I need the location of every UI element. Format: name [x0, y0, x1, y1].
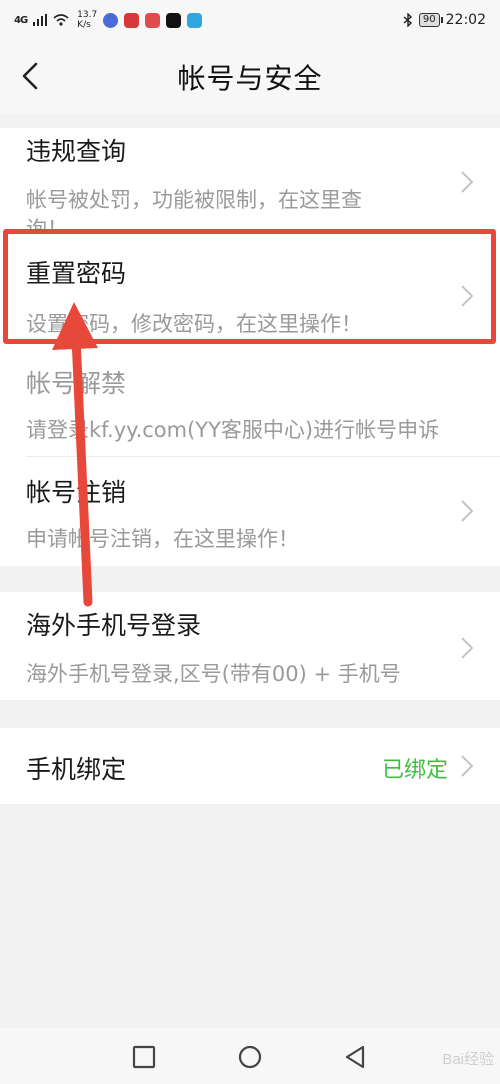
phone-binding-row[interactable]: 手机绑定 已绑定 — [0, 728, 500, 804]
violation-query-subtitle-overflow: 询！ — [26, 217, 68, 230]
signal-bars-icon — [33, 14, 48, 26]
account-deactivate-title: 帐号注销 — [26, 478, 127, 507]
system-navigation-bar — [0, 1028, 500, 1084]
overseas-login-group: 海外手机号登录 海外手机号登录,区号(带有00) + 手机号 — [0, 592, 500, 700]
violation-query-title: 违规查询 — [26, 137, 127, 166]
bluetooth-icon — [403, 13, 412, 27]
back-arrow-icon — [22, 62, 38, 90]
capcut-app-icon — [166, 12, 182, 28]
annotation-highlight-box — [3, 229, 496, 344]
title-bar: 帐号与安全 — [0, 40, 500, 114]
wifi-icon — [53, 14, 69, 26]
music-app-icon — [103, 12, 119, 28]
phone-binding-title: 手机绑定 — [26, 755, 127, 784]
account-deactivate-subtitle: 申请帐号注销，在这里操作！ — [26, 527, 299, 551]
blue-app-icon — [187, 12, 203, 28]
phone-binding-group: 手机绑定 已绑定 — [0, 728, 500, 804]
status-bar: 4G 13.7 K/s 90 22:02 — [0, 0, 500, 40]
red-badge-app-icon — [145, 12, 161, 28]
red-app-icon — [124, 12, 140, 28]
account-unban-subtitle: 请登录kf.yy.com(YY客服中心)进行帐号申诉 — [26, 418, 440, 442]
violation-query-subtitle: 帐号被处罚，功能被限制，在这里查 — [26, 188, 362, 212]
battery-indicator: 90 — [418, 13, 443, 27]
overseas-login-row[interactable]: 海外手机号登录 海外手机号登录,区号(带有00) + 手机号 — [0, 592, 500, 700]
overseas-login-subtitle: 海外手机号登录,区号(带有00) + 手机号 — [26, 662, 401, 686]
page-title: 帐号与安全 — [177, 62, 323, 95]
chevron-right-icon — [461, 500, 474, 522]
account-deactivate-row[interactable]: 帐号注销 申请帐号注销，在这里操作！ — [0, 457, 500, 566]
violation-query-row[interactable]: 违规查询 帐号被处罚，功能被限制，在这里查 询！ — [0, 128, 500, 230]
account-unban-row[interactable]: 帐号解禁 请登录kf.yy.com(YY客服中心)进行帐号申诉 — [0, 344, 500, 456]
clock: 22:02 — [445, 12, 486, 28]
recent-apps-button[interactable] — [131, 1044, 157, 1070]
phone-binding-status: 已绑定 — [381, 758, 448, 783]
account-unban-title: 帐号解禁 — [26, 369, 127, 398]
chevron-right-icon — [461, 755, 474, 777]
overseas-login-title: 海外手机号登录 — [26, 611, 202, 640]
signal-indicator: 4G — [14, 14, 28, 26]
chevron-right-icon — [461, 637, 474, 659]
chevron-right-icon — [461, 171, 474, 193]
account-actions-group: 违规查询 帐号被处罚，功能被限制，在这里查 询！ 重置密码 设置密码，修改密码，… — [0, 128, 500, 566]
watermark: Bai经验 — [442, 1051, 494, 1068]
network-speed: 13.7 K/s — [77, 10, 98, 30]
back-nav-button[interactable] — [342, 1044, 368, 1070]
home-button[interactable] — [237, 1044, 263, 1070]
back-button[interactable] — [10, 54, 50, 98]
